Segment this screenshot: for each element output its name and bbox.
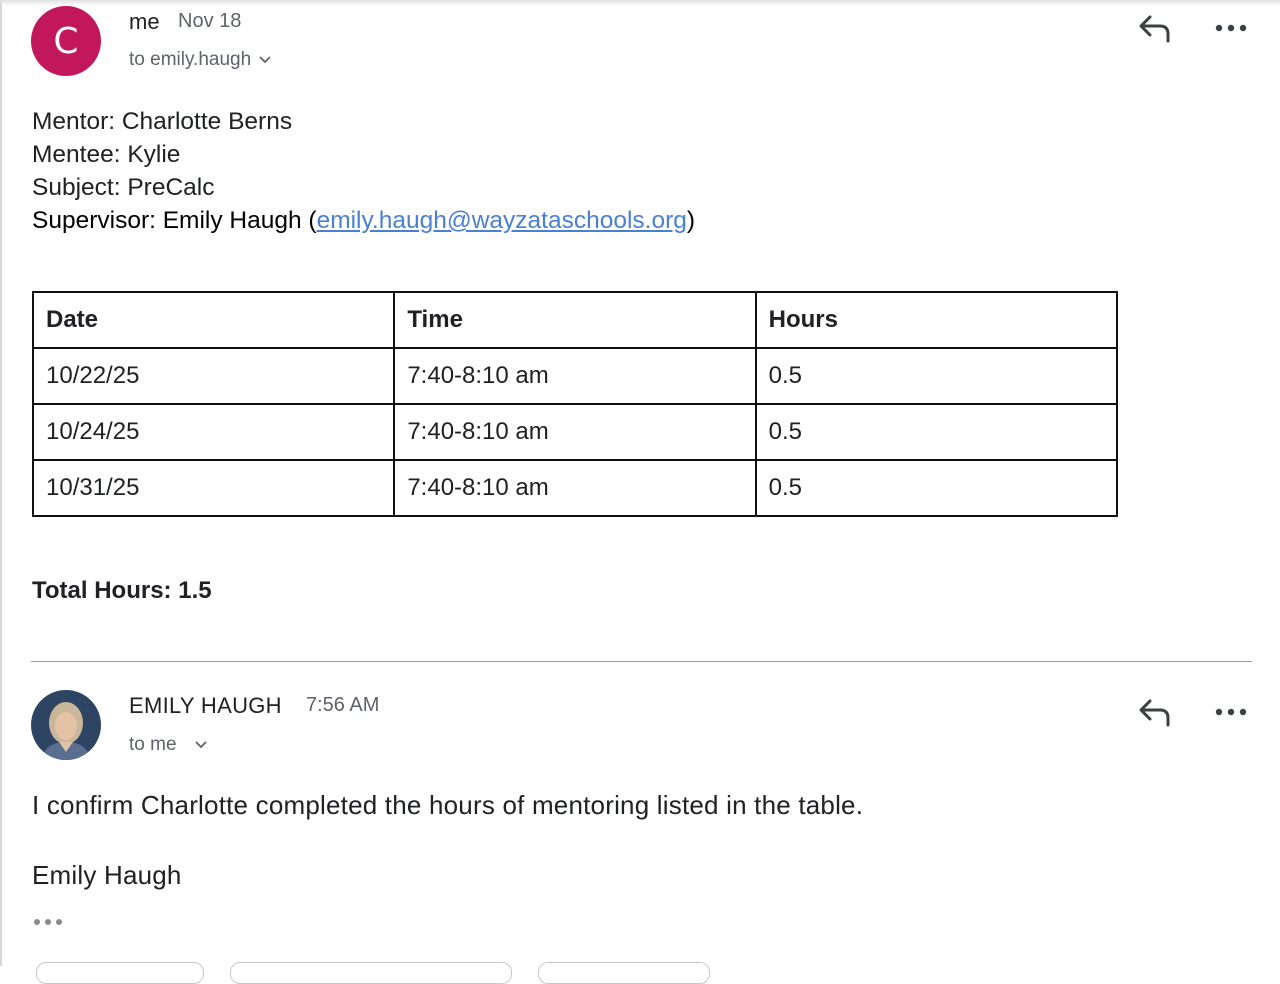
cell-date: 10/31/25 xyxy=(31,459,396,517)
recipient-line: to emily.haugh xyxy=(129,49,252,70)
total-hours: Total Hours: 1.5 xyxy=(32,577,212,604)
message-body: I confirm Charlotte completed the hours … xyxy=(32,790,864,820)
recipient-details-toggle[interactable]: to emily.haugh xyxy=(129,49,271,71)
mentee-line: Mentee: Kylie xyxy=(32,141,181,168)
show-trimmed-content-icon xyxy=(34,919,62,925)
more-options-button[interactable] xyxy=(1207,692,1255,732)
cell-hours: 0.5 xyxy=(754,459,1119,517)
more-options-button[interactable] xyxy=(1207,8,1255,48)
show-trimmed-content-button[interactable] xyxy=(33,913,63,931)
chevron-down-icon xyxy=(259,56,271,64)
more-options-icon xyxy=(1215,24,1247,32)
recipient-details-toggle[interactable]: to me xyxy=(129,734,207,756)
sender-name[interactable]: EMILY HAUGH xyxy=(129,693,282,719)
message-time: 7:56 AM xyxy=(306,694,380,716)
window-left-edge xyxy=(0,0,2,966)
cell-date: 10/24/25 xyxy=(31,403,396,461)
more-options-icon xyxy=(1215,708,1247,716)
message-divider xyxy=(31,661,1252,662)
supervisor-line: Supervisor: Emily Haugh (emily.haugh@way… xyxy=(32,204,695,237)
suggested-reply-chip[interactable] xyxy=(538,962,710,984)
recipient-line: to me xyxy=(129,734,177,755)
table-row: 10/24/25 7:40-8:10 am 0.5 xyxy=(31,403,1119,461)
table-header-row: Date Time Hours xyxy=(31,291,1119,349)
avatar-letter: C xyxy=(53,20,79,62)
sender-name[interactable]: me xyxy=(129,9,160,35)
signature: Emily Haugh xyxy=(32,860,182,890)
cell-time: 7:40-8:10 am xyxy=(393,459,757,517)
cell-time: 7:40-8:10 am xyxy=(393,403,757,461)
reply-icon xyxy=(1139,699,1170,727)
cell-hours: 0.5 xyxy=(754,347,1119,405)
cell-time: 7:40-8:10 am xyxy=(393,347,757,405)
mentor-line: Mentor: Charlotte Berns xyxy=(32,108,293,135)
suggested-reply-chip[interactable] xyxy=(230,962,512,984)
profile-photo-icon xyxy=(31,690,101,760)
chevron-down-icon xyxy=(194,741,207,749)
message-date: Nov 18 xyxy=(178,10,242,32)
cell-date: 10/22/25 xyxy=(31,347,396,405)
message-body: Mentor: Charlotte Berns Mentee: Kylie Su… xyxy=(32,105,695,237)
header-time: Time xyxy=(393,291,757,349)
sender-photo-avatar[interactable] xyxy=(31,690,101,760)
header-hours: Hours xyxy=(754,291,1119,349)
reply-button[interactable] xyxy=(1131,8,1179,48)
supervisor-prefix: Supervisor: Emily Haugh ( xyxy=(32,207,317,234)
table-row: 10/22/25 7:40-8:10 am 0.5 xyxy=(31,347,1119,405)
supervisor-email-link[interactable]: emily.haugh@wayzataschools.org xyxy=(317,207,687,234)
subject-line: Subject: PreCalc xyxy=(32,174,215,201)
cell-hours: 0.5 xyxy=(754,403,1119,461)
supervisor-suffix: ) xyxy=(686,207,696,234)
header-date: Date xyxy=(31,291,396,349)
reply-icon xyxy=(1139,15,1170,43)
sender-avatar[interactable]: C xyxy=(31,6,101,76)
reply-button[interactable] xyxy=(1131,692,1179,732)
table-row: 10/31/25 7:40-8:10 am 0.5 xyxy=(31,459,1119,517)
suggested-reply-chip[interactable] xyxy=(36,962,204,984)
hours-table: Date Time Hours 10/22/25 7:40-8:10 am 0.… xyxy=(31,291,1119,517)
top-shadow xyxy=(0,0,1280,6)
